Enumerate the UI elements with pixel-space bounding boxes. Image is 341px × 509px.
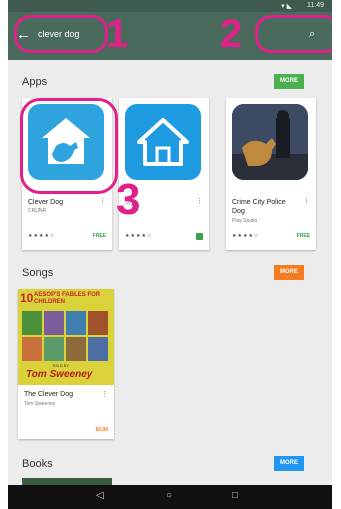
album-art: 10 AESOP'S FABLES FOR CHILDREN TOLD BY T… [18,289,114,385]
clock: 11:49 [307,2,324,9]
app-price: FREE [296,233,310,239]
annotation-circle-search-button [255,15,332,53]
overflow-menu-icon[interactable]: ⋮ [101,390,108,398]
overflow-menu-icon[interactable]: ⋮ [303,197,310,205]
app-name: Crime City Police Dog [232,199,286,215]
annotation-circle-search-field [14,15,108,53]
song-title: The Clever Dog [24,391,74,398]
app-card-2[interactable]: ...y ... ⋮ ★★★★☆ [119,98,209,250]
album-number: 10 [20,291,34,305]
annotation-circle-app-icon [20,98,118,194]
songs-more-button[interactable]: MORE [274,265,304,280]
app-name: Clever Dog [28,199,64,206]
overflow-menu-icon[interactable]: ⋮ [196,197,203,205]
books-more-button[interactable]: MORE [274,456,304,471]
app-developer: Play Studio [232,218,258,224]
songs-section-title: Songs [22,267,54,279]
crime-city-app-icon [232,104,308,180]
annotation-number-1: 1 [106,12,129,56]
books-section-title: Books [22,458,53,470]
app-rating: ★★★★☆ [125,233,153,239]
song-price[interactable]: $0.99 [95,427,108,433]
app-developer: CRUNR [28,208,47,214]
house-app-icon [125,104,201,180]
annotation-number-2: 2 [220,12,243,56]
status-bar: ▾ ◣ 11:49 [8,0,332,12]
song-artist: Tom Sweeney [24,401,56,407]
app-rating: ★★★★☆ [232,233,260,239]
app-price: FREE [92,233,106,239]
album-illustrations [22,311,110,363]
annotation-number-3: 3 [116,175,141,224]
album-by: TOLD BY [52,363,70,368]
app-rating: ★★★★☆ [28,233,56,239]
song-card-the-clever-dog[interactable]: 10 AESOP'S FABLES FOR CHILDREN TOLD BY T… [18,289,114,439]
phone-screen: ▾ ◣ 11:49 ← clever dog ⌕ 1 2 Apps MORE C… [8,0,332,509]
apps-section-title: Apps [22,76,48,88]
app-card-crime-city[interactable]: Crime City Police Dog Play Studio ⋮ ★★★★… [226,98,316,250]
nav-back-icon[interactable]: ◁ [96,490,104,501]
nav-recents-icon[interactable]: □ [232,490,238,501]
apps-more-button[interactable]: MORE [274,74,304,89]
signal-icon: ▾ ◣ [281,3,292,10]
installed-badge-icon [196,233,203,240]
system-nav-bar: ◁ ○ □ [8,485,332,509]
album-author: Tom Sweeney [26,369,93,380]
overflow-menu-icon[interactable]: ⋮ [99,197,106,205]
nav-home-icon[interactable]: ○ [166,490,172,501]
album-heading: AESOP'S FABLES FOR CHILDREN [34,292,101,305]
